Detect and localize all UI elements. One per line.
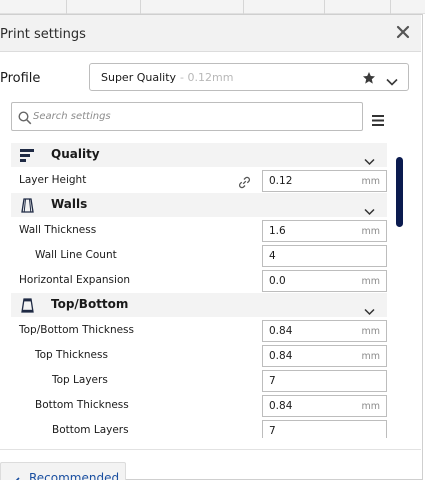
panel-titlebar: Print settings [0, 15, 421, 52]
field-unit: mm [361, 401, 380, 412]
wall-thickness-field[interactable]: 1.6 mm [262, 220, 387, 242]
chevron-down-icon[interactable] [364, 151, 375, 166]
toolbar-divider [140, 0, 141, 14]
bottom-layers-field[interactable]: 7 [262, 420, 387, 438]
setting-label: Top Thickness [35, 349, 108, 361]
chevron-down-icon[interactable] [364, 201, 375, 216]
field-value: 0.84 [269, 325, 293, 337]
recommended-label: Recommended [29, 471, 120, 480]
field-value: 0.12 [269, 175, 293, 187]
footer-divider [0, 449, 421, 450]
top-thickness-field[interactable]: 0.84 mm [262, 345, 387, 367]
background-toolbar [0, 0, 425, 14]
wall-line-count-field[interactable]: 4 [262, 245, 387, 267]
close-icon[interactable] [395, 24, 411, 40]
settings-scrollbar[interactable] [396, 157, 403, 227]
field-value: 7 [269, 425, 276, 437]
field-value: 0.84 [269, 400, 293, 412]
toolbar-divider [66, 0, 67, 14]
field-value: 0.0 [269, 275, 286, 287]
field-unit: mm [361, 226, 380, 237]
panel-title: Print settings [0, 27, 86, 42]
print-settings-panel: Print settings Profile Super Quality - 0.… [0, 14, 423, 480]
setting-label: Layer Height [19, 174, 87, 186]
field-value: 4 [269, 250, 276, 262]
field-unit: mm [361, 276, 380, 287]
setting-row-layer-height: Layer Height 0.12 mm [11, 168, 387, 193]
toolbar-divider [243, 0, 244, 14]
quality-icon [19, 147, 36, 164]
field-unit: mm [361, 176, 380, 187]
setting-label: Wall Line Count [35, 249, 117, 261]
setting-label: Top/Bottom Thickness [19, 324, 135, 336]
field-unit: mm [361, 326, 380, 337]
layer-height-field[interactable]: 0.12 mm [262, 170, 387, 192]
field-value: 7 [269, 375, 276, 387]
setting-label: Bottom Thickness [35, 399, 129, 411]
setting-row-bottom-thickness: Bottom Thickness 0.84 mm [11, 393, 387, 418]
recommended-button[interactable]: Recommended [0, 462, 126, 480]
top-bottom-icon [19, 297, 36, 314]
walls-icon [19, 197, 36, 214]
field-value: 1.6 [269, 225, 286, 237]
search-icon [18, 110, 32, 125]
search-input[interactable] [33, 106, 353, 127]
profile-label: Profile [0, 71, 41, 86]
setting-row-horizontal-expansion: Horizontal Expansion 0.0 mm [11, 268, 387, 293]
category-quality[interactable]: Quality [11, 143, 387, 167]
field-value: 0.84 [269, 350, 293, 362]
chevron-left-icon [13, 473, 20, 480]
setting-row-top-layers: Top Layers 7 [11, 368, 387, 393]
category-label: Walls [51, 197, 88, 211]
setting-label: Top Layers [52, 374, 108, 386]
search-box[interactable] [11, 102, 363, 131]
setting-row-wall-thickness: Wall Thickness 1.6 mm [11, 218, 387, 243]
star-icon[interactable] [362, 70, 376, 84]
toolbar-divider [324, 0, 325, 14]
setting-label: Horizontal Expansion [19, 274, 131, 286]
horizontal-expansion-field[interactable]: 0.0 mm [262, 270, 387, 292]
setting-row-top-bottom-thickness: Top/Bottom Thickness 0.84 mm [11, 318, 387, 343]
bottom-thickness-field[interactable]: 0.84 mm [262, 395, 387, 417]
category-walls[interactable]: Walls [11, 193, 387, 217]
profile-value: Super Quality - 0.12mm [101, 71, 234, 84]
link-icon[interactable] [238, 174, 251, 189]
top-layers-field[interactable]: 7 [262, 370, 387, 392]
category-top-bottom[interactable]: Top/Bottom [11, 293, 387, 317]
settings-list: Quality Layer Height 0.12 mm Walls Wall … [11, 143, 387, 438]
hamburger-menu-icon[interactable] [372, 111, 384, 126]
top-bottom-thickness-field[interactable]: 0.84 mm [262, 320, 387, 342]
field-unit: mm [361, 351, 380, 362]
setting-label: Bottom Layers [52, 424, 129, 436]
chevron-down-icon[interactable] [364, 301, 375, 316]
chevron-down-icon[interactable] [386, 72, 398, 86]
setting-row-bottom-layers: Bottom Layers 7 [11, 418, 387, 438]
category-label: Top/Bottom [51, 297, 129, 311]
setting-label: Wall Thickness [19, 224, 97, 236]
category-label: Quality [51, 147, 100, 161]
toolbar-divider [390, 0, 391, 14]
profile-dropdown[interactable]: Super Quality - 0.12mm [89, 63, 409, 91]
setting-row-wall-line-count: Wall Line Count 4 [11, 243, 387, 268]
setting-row-top-thickness: Top Thickness 0.84 mm [11, 343, 387, 368]
